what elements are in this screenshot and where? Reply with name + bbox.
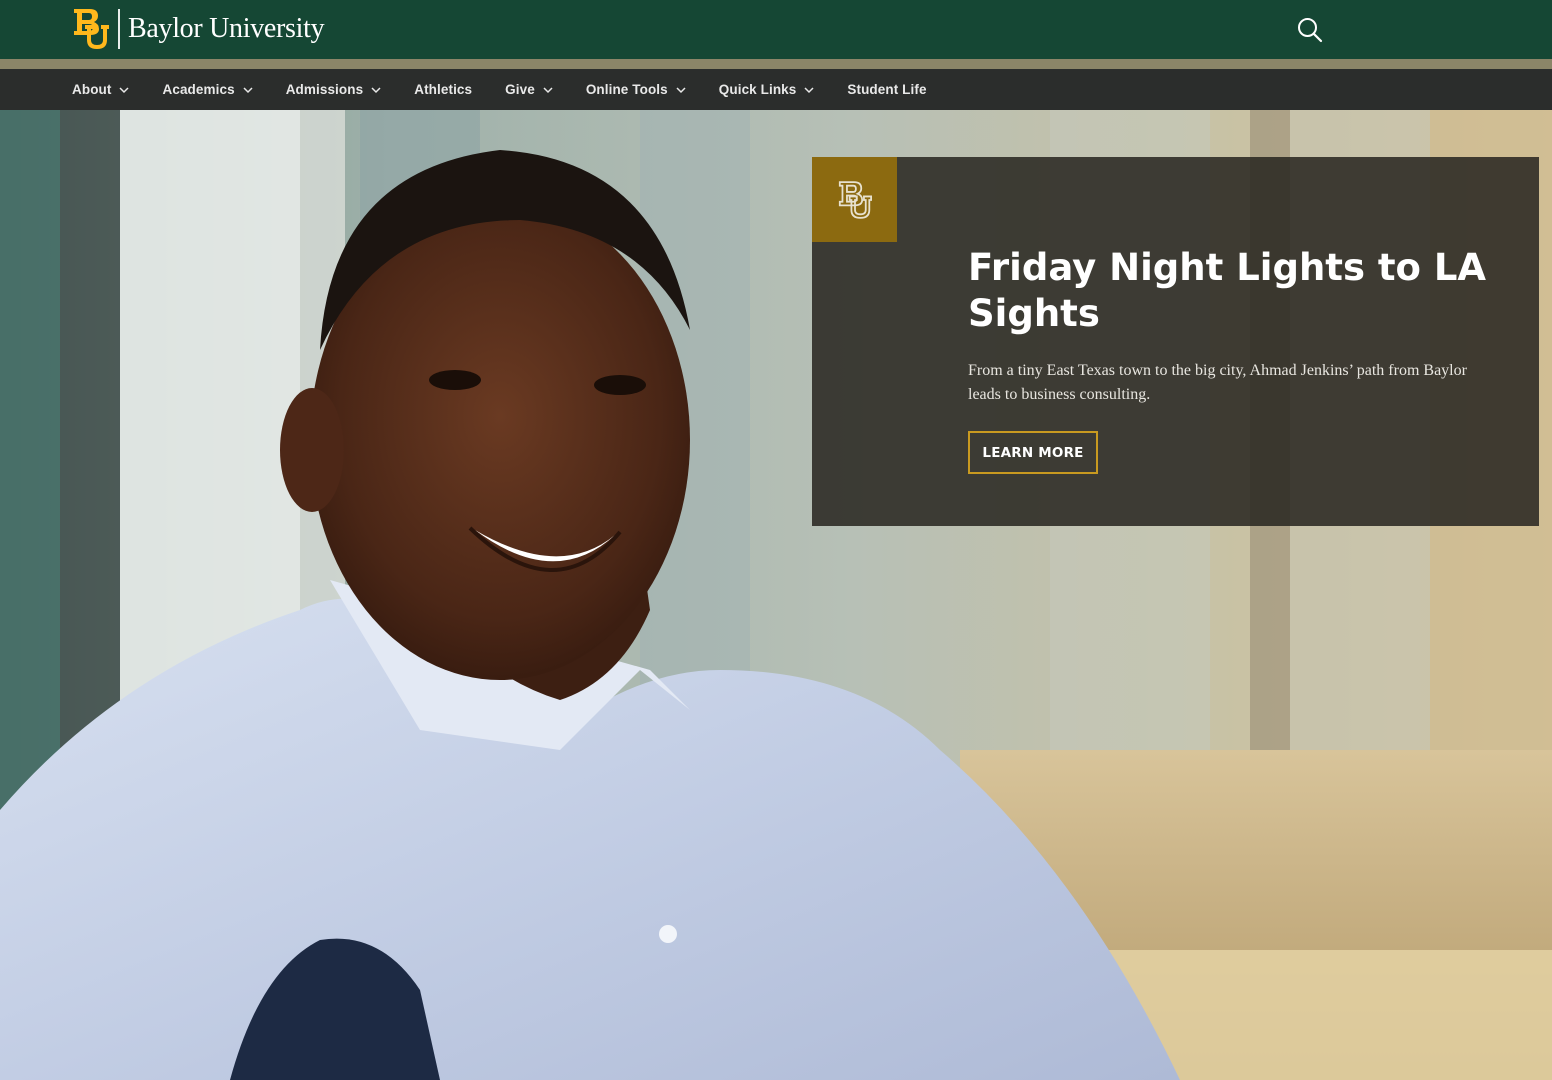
nav-item-student-life[interactable]: Student Life bbox=[847, 82, 926, 97]
nav-item-label: Athletics bbox=[414, 82, 473, 97]
nav-item-admissions[interactable]: Admissions bbox=[286, 82, 382, 97]
story-description: From a tiny East Texas town to the big c… bbox=[968, 362, 1467, 403]
nav-item-academics[interactable]: Academics bbox=[162, 82, 253, 97]
chevron-down-icon bbox=[804, 86, 814, 93]
search-icon bbox=[1298, 18, 1323, 43]
nav-item-about[interactable]: About bbox=[72, 82, 130, 97]
story-title: Friday Night Lights to LA Sights bbox=[968, 246, 1487, 335]
learn-more-button[interactable]: LEARN MORE bbox=[968, 431, 1098, 474]
nav-item-label: Quick Links bbox=[718, 82, 797, 97]
search-button[interactable] bbox=[1296, 16, 1324, 44]
site-name: Baylor University bbox=[128, 13, 325, 44]
nav-item-label: Give bbox=[505, 82, 535, 97]
chevron-down-icon bbox=[243, 86, 253, 93]
chevron-down-icon bbox=[119, 86, 130, 93]
baylor-logo-icon bbox=[74, 9, 109, 49]
nav-item-label: About bbox=[72, 82, 112, 97]
hero-section: Friday Night Lights to LA Sights From a … bbox=[0, 110, 1552, 1080]
nav-item-athletics[interactable]: Athletics bbox=[414, 82, 472, 97]
featured-story-card: Friday Night Lights to LA Sights From a … bbox=[812, 157, 1539, 526]
site-header: Baylor University bbox=[0, 0, 1552, 59]
chevron-down-icon bbox=[543, 86, 553, 93]
story-badge bbox=[812, 157, 897, 242]
nav-item-give[interactable]: Give bbox=[505, 82, 553, 97]
nav-item-label: Admissions bbox=[285, 82, 364, 97]
main-nav: About Academics Admissions Athletics Giv… bbox=[0, 69, 1552, 110]
logo-divider bbox=[118, 9, 120, 49]
chevron-down-icon bbox=[371, 86, 381, 93]
nav-item-label: Online Tools bbox=[585, 82, 668, 97]
nav-item-label: Academics bbox=[162, 82, 235, 97]
home-logo-link[interactable]: Baylor University bbox=[72, 7, 325, 51]
chevron-down-icon bbox=[676, 86, 686, 93]
nav-item-online-tools[interactable]: Online Tools bbox=[586, 82, 686, 97]
nav-item-label: Student Life bbox=[847, 82, 927, 97]
baylor-monogram-icon bbox=[838, 180, 872, 219]
header-accent-strip bbox=[0, 59, 1552, 69]
nav-item-quick-links[interactable]: Quick Links bbox=[719, 82, 815, 97]
